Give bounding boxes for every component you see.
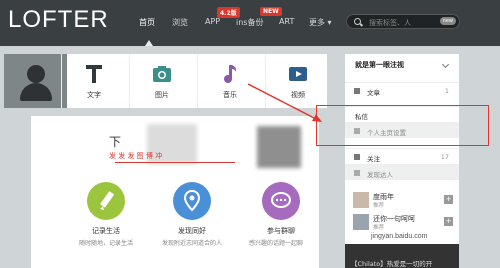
watermark: jingyan.baidu.com bbox=[371, 233, 428, 240]
annotation-highlight-box bbox=[316, 105, 489, 146]
